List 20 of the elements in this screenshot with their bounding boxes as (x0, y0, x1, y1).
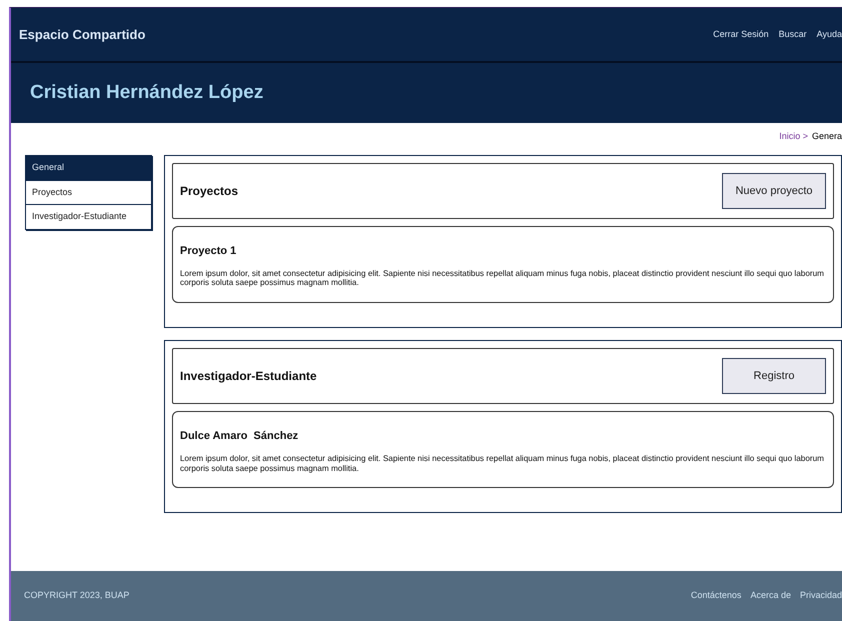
nav-link[interactable]: Cerrar Sesión (713, 28, 769, 42)
action-button[interactable]: Nuevo proyecto (722, 172, 826, 210)
nav-link[interactable]: Ayuda (816, 28, 842, 42)
site-title: Espacio Compartido (19, 26, 146, 44)
section-title: Investigador-Estudiante (180, 368, 317, 386)
breadcrumb-current: Genera (812, 131, 842, 141)
action-button[interactable]: Registro (722, 358, 826, 394)
card-description: Lorem ipsum dolor, sit amet consectetur adipisicing elit. Sapiente nisi necessitatibus repellat aliquam minus fuga nobis, placeat distinctio provident nesciunt illo sequi quo laborum corporis soluta saepe possimus magnam mollitia. (180, 268, 825, 288)
card-title: Dulce Amaro Sánchez (180, 429, 300, 444)
sidebar-item[interactable]: General (26, 156, 151, 180)
card-description: Lorem ipsum dolor, sit amet consectetur adipisicing elit. Sapiente nisi necessitatibus repellat aliquam minus fuga nobis, placeat distinctio provident nesciunt illo sequi quo laborum corporis soluta saepe possimus magnam mollitia. (180, 454, 825, 474)
footer-link[interactable]: Acerca de (750, 589, 791, 603)
nav-link[interactable]: Buscar (778, 28, 807, 42)
card-title: Proyecto 1 (180, 244, 238, 259)
footer-link[interactable]: Contáctenos (690, 589, 742, 603)
footer-link[interactable]: Privacidad (800, 589, 842, 603)
section-title: Proyectos (180, 183, 238, 200)
user-name: Cristian Hernández López (30, 82, 264, 104)
breadcrumb-link[interactable]: Inicio > (779, 131, 808, 141)
copyright-text: COPYRIGHT 2023, BUAP (24, 589, 130, 602)
